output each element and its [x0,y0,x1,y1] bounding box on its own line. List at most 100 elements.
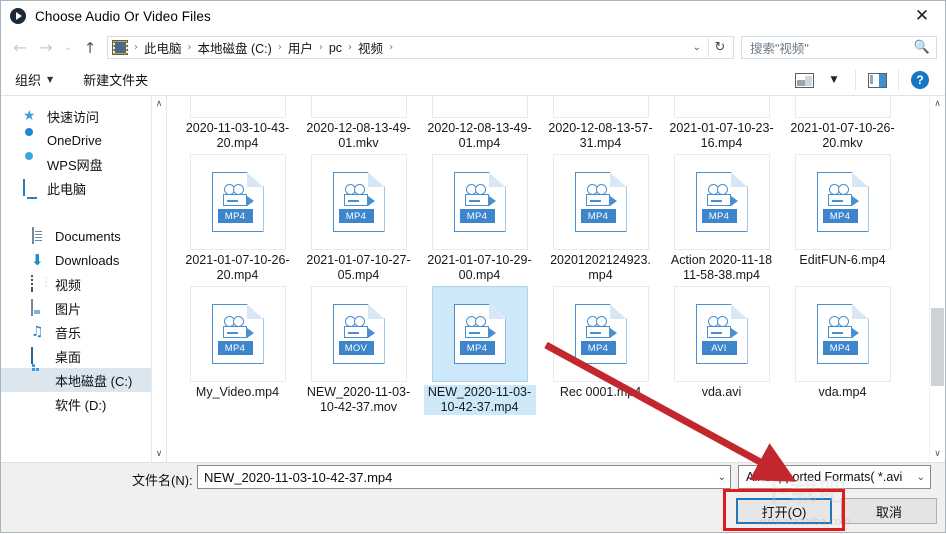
file-tile[interactable]: MP4 2020-12-08-13-49-01.mp4 [419,96,540,151]
file-icon-box: MP4 [794,286,891,382]
file-ext-badge: MP4 [217,209,253,223]
breadcrumb-item-2[interactable]: 用户 [286,38,315,57]
new-folder-button[interactable]: 新建文件夹 [83,70,148,89]
file-name-label: 2020-12-08-13-49-01.mp4 [427,121,532,150]
recent-locations-button[interactable]: ⌄ [59,35,77,61]
file-tile[interactable]: MP4 2020-12-08-13-57-31.mp4 [540,96,661,151]
file-name-label: 2020-12-08-13-49-01.mkv [306,121,411,150]
music-icon: ♫ [31,324,44,340]
scroll-down-icon[interactable]: ∨ [934,449,941,459]
filename-value: NEW_2020-11-03-10-42-37.mp4 [204,469,393,485]
scroll-down-icon[interactable]: ∨ [156,449,163,459]
file-tile[interactable]: MP4 Action 2020-11-18 11-58-38.mp4 [661,154,782,283]
sidebar-item-视频[interactable]: 视频 [1,272,166,296]
help-button[interactable]: ? [905,64,935,96]
file-tile[interactable]: MOV NEW_2020-11-03-10-42-37.mov [298,286,419,415]
sidebar-item-快速访问[interactable]: ★ 快速访问 [1,104,166,128]
file-tile[interactable]: MP4 2020-11-03-10-43-20.mp4 [177,96,298,151]
sidebar-item-label: 图片 [55,301,82,317]
video-file-icon: MP4 [453,172,506,232]
view-options-icon [794,72,814,88]
file-ext-badge: MP4 [701,209,737,223]
drive-icon [31,372,47,388]
file-icon-box: MP4 [189,154,286,250]
cancel-button[interactable]: 取消 [841,498,937,524]
sidebar-item-音乐[interactable]: ♫ 音乐 [1,320,166,344]
chevron-down-icon[interactable]: ⌄ [686,42,708,53]
sidebar-item-WPS网盘[interactable]: WPS网盘 [1,152,166,176]
file-tile[interactable]: MKV 2020-12-08-13-49-01.mkv [298,96,419,151]
sidebar-item-桌面[interactable]: 桌面 [1,344,166,368]
file-tile[interactable]: MP4 2021-01-07-10-23-16.mp4 [661,96,782,151]
preview-pane-icon [867,72,887,88]
scroll-up-icon[interactable]: ∧ [934,99,941,109]
file-tile[interactable]: MP4 vda.mp4 [782,286,903,415]
up-button[interactable]: ↑ [77,35,103,61]
file-icon-box: MKV [310,96,407,118]
breadcrumb-separator: › [187,42,192,53]
desktop-icon [31,347,47,364]
sidebar-item-此电脑[interactable]: 此电脑 [1,176,166,200]
file-name-label: Action 2020-11-18 11-58-38.mp4 [670,253,773,282]
chevron-down-icon[interactable]: ⌄ [712,472,726,483]
search-input[interactable]: 搜索"视频" 🔍 [741,36,937,59]
file-name-label: 2020-12-08-13-57-31.mp4 [548,121,653,150]
file-ext-badge: MP4 [338,209,374,223]
file-type-filter[interactable]: All Supported Formats( *.avi ⌄ [738,465,931,489]
file-icon-box: MP4 [189,286,286,382]
video-file-icon: MP4 [211,304,264,364]
navigation-bar: ← → ⌄ ↑ › 此电脑 › 本地磁盘 (C:) › 用户 › pc › 视频… [1,31,945,64]
breadcrumb-item-3[interactable]: pc [327,41,344,55]
command-toolbar: 组织 ▼ 新建文件夹 ▼ ? [1,64,945,96]
breadcrumb-item-0[interactable]: 此电脑 [142,38,184,57]
file-name-label: My_Video.mp4 [195,385,280,399]
file-ext-badge: MP4 [217,341,253,355]
sidebar-scrollbar[interactable]: ∧ ∨ [151,96,166,462]
forward-button[interactable]: → [33,35,59,61]
file-tile[interactable]: MP4 EditFUN-6.mp4 [782,154,903,283]
close-icon[interactable]: ✕ [899,1,945,31]
help-icon: ? [911,71,929,89]
back-button[interactable]: ← [7,35,33,61]
file-ext-badge: MP4 [580,341,616,355]
sidebar-item-软件 (D:)[interactable]: 软件 (D:) [1,392,166,416]
file-tile[interactable]: MP4 NEW_2020-11-03-10-42-37.mp4 [419,286,540,415]
sidebar-item-app[interactable] [1,200,166,224]
sidebar-item-label: 此电脑 [47,181,87,197]
file-tile[interactable]: MP4 20201202124923.mp4 [540,154,661,283]
sidebar-item-Downloads[interactable]: ⬇ Downloads [1,248,166,272]
file-tile[interactable]: MP4 2021-01-07-10-29-00.mp4 [419,154,540,283]
sidebar-item-本地磁盘 (C:)[interactable]: 本地磁盘 (C:) [1,368,166,392]
file-tile[interactable]: AVI vda.avi [661,286,782,415]
toolbar-right-group: ▼ ? [789,64,935,96]
open-button[interactable]: 打开(O) [736,498,832,524]
file-list-area[interactable]: MP4 2020-11-03-10-43-20.mp4 MKV 2020-12-08-… [167,96,945,462]
file-icon-box: MP4 [431,286,528,382]
change-view-button[interactable] [789,64,819,96]
file-tile[interactable]: MP4 Rec 0001.mp4 [540,286,661,415]
breadcrumb-item-4[interactable]: 视频 [356,38,385,57]
view-dropdown-button[interactable]: ▼ [819,64,849,96]
file-tile[interactable]: MP4 My_Video.mp4 [177,286,298,415]
filename-input[interactable]: NEW_2020-11-03-10-42-37.mp4 ⌄ [197,465,731,489]
file-name-label: 2021-01-07-10-26-20.mp4 [185,253,290,282]
file-ext-badge: MOV [338,341,374,355]
scrollbar-thumb[interactable] [931,308,944,386]
file-list-scrollbar[interactable]: ∧ ∨ [929,96,945,462]
sidebar-item-OneDrive[interactable]: OneDrive [1,128,166,152]
preview-pane-button[interactable] [862,64,892,96]
file-tile[interactable]: MKV 2021-01-07-10-26-20.mkv [782,96,903,151]
file-picker-dialog: Choose Audio Or Video Files ✕ ← → ⌄ ↑ › … [0,0,946,533]
scroll-up-icon[interactable]: ∧ [156,99,163,109]
file-icon-box: MP4 [552,286,649,382]
breadcrumb[interactable]: › 此电脑 › 本地磁盘 (C:) › 用户 › pc › 视频 › ⌄ ↻ [107,36,734,59]
file-ext-badge: MP4 [459,341,495,355]
sidebar-item-Documents[interactable]: Documents [1,224,166,248]
organize-button[interactable]: 组织 ▼ [15,70,53,89]
file-icon-box: MOV [310,286,407,382]
sidebar-item-图片[interactable]: 图片 [1,296,166,320]
file-tile[interactable]: MP4 2021-01-07-10-27-05.mp4 [298,154,419,283]
file-tile[interactable]: MP4 2021-01-07-10-26-20.mp4 [177,154,298,283]
refresh-icon[interactable]: ↻ [709,40,731,55]
breadcrumb-item-1[interactable]: 本地磁盘 (C:) [196,38,274,57]
